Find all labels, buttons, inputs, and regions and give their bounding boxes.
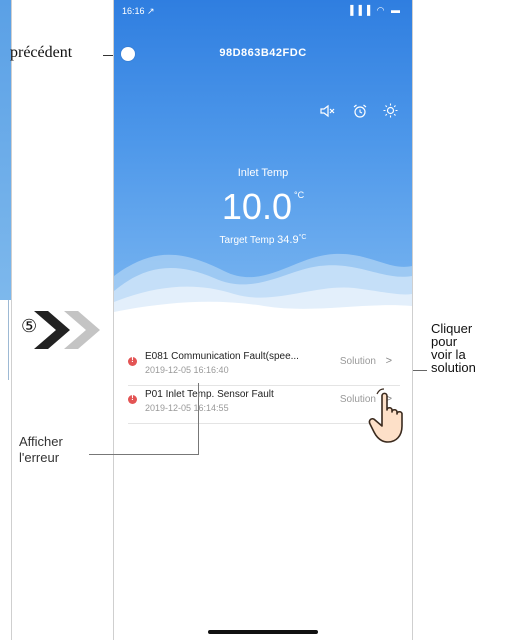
inlet-temp-label: Inlet Temp bbox=[237, 167, 289, 179]
phone-screen: 16:16 ↗ ▐▐▐ ◠ ▬ 98D863B42FDC Inlet Temp … bbox=[113, 0, 413, 640]
inlet-temp-display: 10.0 °C bbox=[114, 186, 412, 228]
mute-icon[interactable] bbox=[320, 104, 336, 118]
fault-time: 2019-12-05 16:14:55 bbox=[145, 403, 229, 413]
error-annotation-label: Afficher l'erreur bbox=[19, 434, 63, 466]
previous-screen-divider bbox=[8, 300, 9, 380]
solution-link[interactable]: Solution bbox=[340, 356, 376, 367]
solution-annotation-label: Cliquer pour voir la solution bbox=[431, 322, 476, 374]
status-time: 16:16 ↗ bbox=[122, 6, 155, 16]
tap-hand-icon bbox=[368, 388, 403, 443]
inlet-temp-value: 10.0 bbox=[221, 186, 292, 227]
error-icon bbox=[128, 355, 137, 366]
alarm-icon[interactable] bbox=[353, 104, 367, 118]
fault-row[interactable]: P01 Inlet Temp. Sensor Fault 2019-12-05 … bbox=[128, 386, 400, 424]
next-arrow-icon bbox=[34, 311, 100, 349]
fault-list: E081 Communication Fault(spee... 2019-12… bbox=[128, 348, 400, 424]
error-annotation-line-horizontal bbox=[89, 454, 199, 455]
wave-decoration bbox=[114, 253, 412, 326]
inlet-temp-unit: °C bbox=[293, 190, 305, 200]
error-annotation-line-vertical bbox=[198, 383, 199, 455]
previous-screen-edge bbox=[0, 0, 12, 640]
solution-annotation-line-4: solution bbox=[431, 360, 476, 375]
back-annotation-label: précédent bbox=[10, 44, 73, 61]
chevron-right-icon[interactable]: > bbox=[386, 355, 392, 367]
device-title: 98D863B42FDC bbox=[219, 47, 307, 59]
previous-screen-border bbox=[11, 0, 12, 640]
header-icon-row bbox=[308, 102, 398, 120]
solution-annotation-line bbox=[413, 370, 427, 371]
sun-icon[interactable] bbox=[383, 103, 398, 118]
error-annotation-line-1: Afficher bbox=[19, 434, 63, 449]
fault-row[interactable]: E081 Communication Fault(spee... 2019-12… bbox=[128, 348, 400, 386]
status-icons: ▐▐▐ ◠ ▬ bbox=[347, 5, 402, 15]
fault-title: P01 Inlet Temp. Sensor Fault bbox=[145, 389, 274, 400]
error-annotation-line-2: l'erreur bbox=[19, 450, 60, 465]
app-header: 16:16 ↗ ▐▐▐ ◠ ▬ 98D863B42FDC Inlet Temp … bbox=[114, 0, 412, 326]
home-indicator bbox=[208, 630, 318, 634]
fault-title: E081 Communication Fault(spee... bbox=[145, 351, 299, 362]
error-icon bbox=[128, 393, 137, 404]
fault-time: 2019-12-05 16:16:40 bbox=[145, 365, 229, 375]
